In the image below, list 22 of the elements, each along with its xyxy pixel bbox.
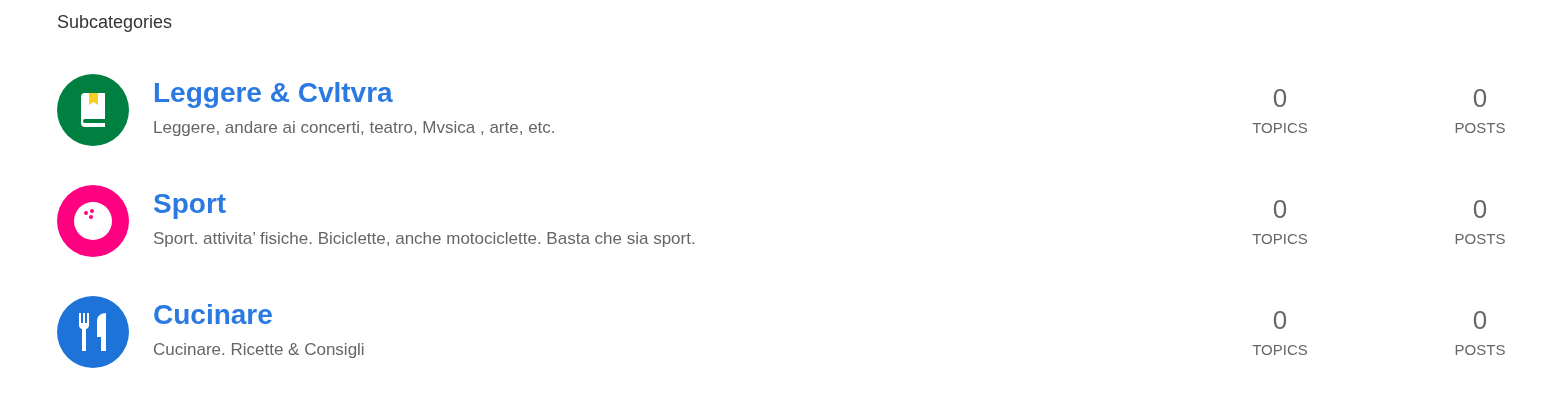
posts-count: 0 [1472, 303, 1488, 336]
topics-count: 0 [1272, 303, 1288, 336]
fork-knife-icon [77, 313, 109, 351]
category-link[interactable]: Sport [153, 186, 227, 222]
category-link[interactable]: Leggere & Cvltvra [153, 75, 393, 111]
ball-icon [74, 202, 112, 240]
topics-count: 0 [1272, 192, 1288, 225]
category-description: Sport. attivita’ fisiche. Biciclette, anche motociclette. Basta che sia sport. [153, 228, 697, 250]
topics-label: TOPICS [1252, 228, 1308, 249]
book-icon [78, 93, 108, 127]
posts-label: POSTS [1454, 339, 1506, 360]
category-description: Leggere, andare ai concerti, teatro, Mvsica , arte, etc. [153, 117, 557, 139]
topics-count: 0 [1272, 81, 1288, 114]
posts-label: POSTS [1454, 228, 1506, 249]
posts-count: 0 [1472, 192, 1488, 225]
section-heading: Subcategories [57, 11, 174, 34]
topics-label: TOPICS [1252, 117, 1308, 138]
category-description: Cucinare. Ricette & Consigli [153, 339, 366, 361]
topics-label: TOPICS [1252, 339, 1308, 360]
posts-label: POSTS [1454, 117, 1506, 138]
posts-count: 0 [1472, 81, 1488, 114]
category-link[interactable]: Cucinare [153, 297, 273, 333]
